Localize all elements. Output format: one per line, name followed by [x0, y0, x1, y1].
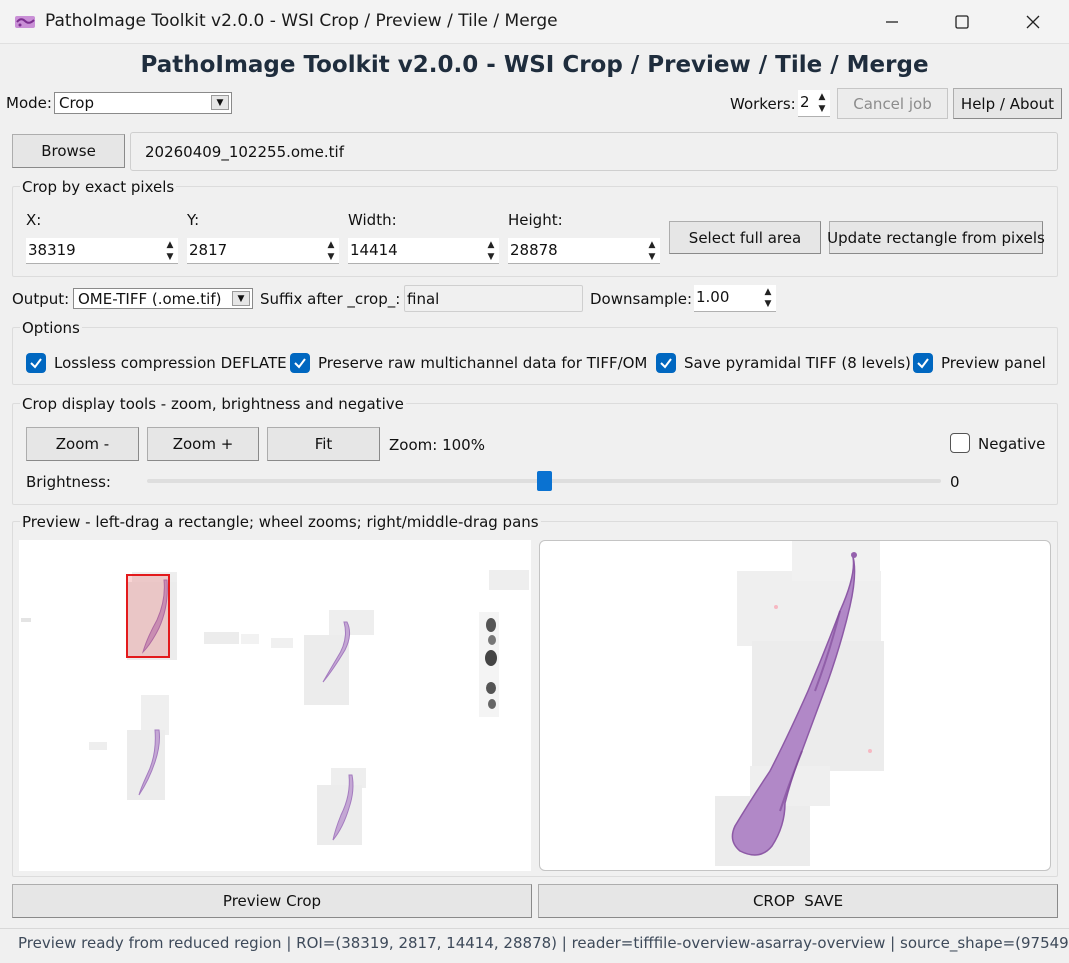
preserve-raw-checkbox[interactable]	[290, 353, 310, 373]
mode-label: Mode:	[6, 94, 52, 112]
checkmark-icon	[917, 358, 929, 369]
y-label: Y:	[187, 211, 200, 229]
update-rectangle-button[interactable]: Update rectangle from pixels	[827, 221, 1045, 254]
checkmark-icon	[294, 358, 306, 369]
workers-label: Workers:	[730, 95, 796, 113]
chevron-down-icon: ▼	[232, 291, 250, 306]
x-value: 38319	[28, 241, 76, 259]
width-spinbox[interactable]: 14414 ▲ ▼	[348, 238, 499, 264]
minimize-icon	[886, 21, 898, 23]
preview-group-title: Preview - left-drag a rectangle; wheel z…	[20, 513, 541, 531]
brightness-slider-thumb[interactable]	[537, 471, 552, 491]
downsample-value: 1.00	[696, 288, 730, 306]
cancel-job-button[interactable]: Cancel job	[837, 88, 948, 119]
preview-crop-button[interactable]: Preview Crop	[12, 884, 532, 918]
help-about-button[interactable]: Help / About	[953, 88, 1062, 119]
suffix-value: final	[407, 290, 440, 308]
brightness-value: 0	[950, 473, 960, 491]
window-title: PathoImage Toolkit v2.0.0 - WSI Crop / P…	[45, 11, 558, 31]
downsample-spinbox[interactable]: 1.00 ▲ ▼	[694, 285, 776, 312]
spin-arrows-icon: ▲ ▼	[648, 240, 656, 262]
fit-button[interactable]: Fit	[267, 427, 380, 461]
suffix-input[interactable]: final	[404, 285, 583, 312]
select-full-area-button[interactable]: Select full area	[669, 221, 821, 254]
page-title: PathoImage Toolkit v2.0.0 - WSI Crop / P…	[140, 52, 929, 78]
preview-panel-label: Preview panel	[941, 354, 1046, 372]
crop-group-title: Crop by exact pixels	[20, 178, 177, 196]
width-value: 14414	[350, 241, 398, 259]
checkmark-icon	[660, 358, 672, 369]
x-label: X:	[26, 211, 42, 229]
zoom-in-button[interactable]: Zoom +	[147, 427, 259, 461]
preview-panel-checkbox[interactable]	[913, 353, 933, 373]
options-group-title: Options	[20, 319, 82, 337]
downsample-label: Downsample:	[590, 290, 693, 308]
height-spinbox[interactable]: 28878 ▲ ▼	[508, 238, 660, 264]
file-path-field[interactable]: 20260409_102255.ome.tif	[130, 132, 1058, 171]
brightness-label: Brightness:	[26, 473, 111, 491]
output-label: Output:	[12, 290, 70, 308]
preserve-raw-label: Preserve raw multichannel data for TIFF/…	[318, 354, 646, 372]
height-label: Height:	[508, 211, 563, 229]
spin-arrows-icon: ▲ ▼	[327, 240, 335, 262]
workers-value: 2	[800, 93, 810, 111]
file-path-text: 20260409_102255.ome.tif	[145, 143, 344, 161]
browse-button[interactable]: Browse	[12, 134, 125, 168]
crop-preview-canvas[interactable]	[539, 540, 1051, 871]
close-button[interactable]	[998, 0, 1068, 44]
app-icon	[14, 12, 36, 32]
roi-rectangle	[126, 574, 170, 658]
x-spinbox[interactable]: 38319 ▲ ▼	[26, 238, 178, 264]
deflate-label: Lossless compression DEFLATE	[54, 354, 287, 372]
checkmark-icon	[30, 358, 42, 369]
output-format-select[interactable]: OME-TIFF (.ome.tif) ▼	[73, 288, 253, 309]
spin-arrows-icon: ▲ ▼	[818, 92, 826, 114]
mode-select[interactable]: Crop ▼	[54, 92, 232, 114]
output-format-value: OME-TIFF (.ome.tif)	[78, 290, 222, 308]
y-spinbox[interactable]: 2817 ▲ ▼	[187, 238, 339, 264]
pyramidal-label: Save pyramidal TIFF (8 levels)	[684, 354, 911, 372]
pyramidal-checkbox[interactable]	[656, 353, 676, 373]
workers-spinbox[interactable]: 2 ▲ ▼	[798, 90, 830, 117]
y-value: 2817	[189, 241, 228, 259]
minimize-button[interactable]	[857, 0, 927, 44]
width-label: Width:	[348, 211, 397, 229]
zoom-readout: Zoom: 100%	[389, 436, 485, 454]
negative-checkbox[interactable]	[950, 433, 970, 453]
mode-value: Crop	[59, 94, 95, 112]
zoom-out-button[interactable]: Zoom -	[26, 427, 139, 461]
spin-arrows-icon: ▲ ▼	[764, 287, 772, 309]
deflate-checkbox[interactable]	[26, 353, 46, 373]
height-value: 28878	[510, 241, 558, 259]
chevron-down-icon: ▼	[211, 95, 229, 110]
close-icon	[1026, 15, 1040, 29]
suffix-label: Suffix after _crop_:	[260, 290, 401, 308]
maximize-icon	[955, 15, 969, 29]
spin-arrows-icon: ▲ ▼	[487, 240, 495, 262]
overview-canvas[interactable]	[19, 540, 531, 871]
overview-image	[21, 570, 529, 845]
display-tools-title: Crop display tools - zoom, brightness an…	[20, 395, 406, 413]
negative-label: Negative	[978, 435, 1046, 453]
crop-preview-image	[715, 541, 884, 866]
spin-arrows-icon: ▲ ▼	[166, 240, 174, 262]
maximize-button[interactable]	[927, 0, 997, 44]
crop-save-button[interactable]: CROP SAVE	[538, 884, 1058, 918]
status-text: Preview ready from reduced region | ROI=…	[18, 934, 1069, 952]
